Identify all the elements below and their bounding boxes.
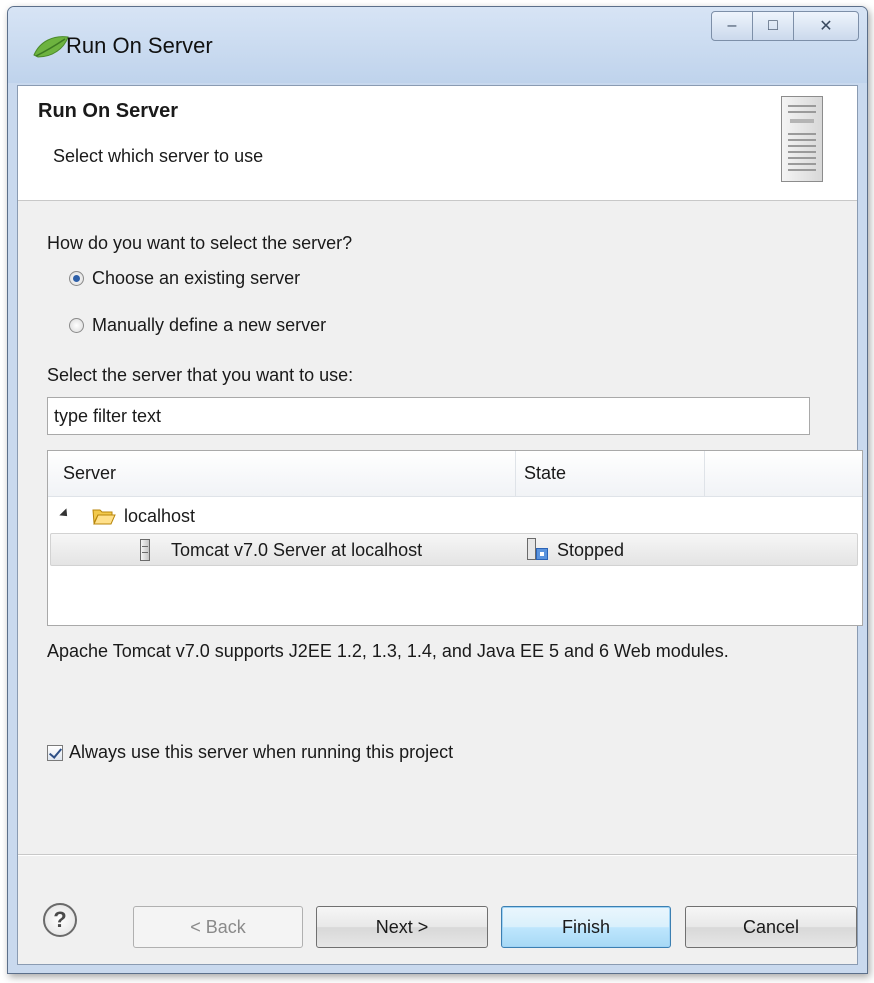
- server-icon: [140, 539, 150, 561]
- window-controls: – □ ✕: [711, 11, 859, 41]
- next-button[interactable]: Next >: [316, 906, 488, 948]
- banner-title: Run On Server: [38, 100, 179, 122]
- always-use-label: Always use this server when running this…: [69, 742, 454, 762]
- radio-button[interactable]: [69, 271, 84, 286]
- radio-label: Choose an existing server: [92, 268, 301, 288]
- always-use-option[interactable]: Always use this server when running this…: [47, 742, 453, 763]
- select-server-label: Select the server that you want to use:: [47, 365, 354, 385]
- back-button[interactable]: < Back: [133, 906, 303, 948]
- group-label: localhost: [124, 506, 196, 526]
- server-tower-icon: [781, 96, 823, 182]
- wizard-banner: Run On Server Select which server to use: [18, 86, 857, 201]
- banner-subtitle: Select which server to use: [53, 146, 264, 166]
- column-header-state[interactable]: State: [516, 451, 705, 496]
- radio-manually-define[interactable]: Manually define a new server: [69, 315, 326, 336]
- radio-button[interactable]: [69, 318, 84, 333]
- window-title: Run On Server: [66, 33, 213, 58]
- radio-choose-existing[interactable]: Choose an existing server: [69, 268, 300, 289]
- collapse-triangle-icon[interactable]: [59, 508, 71, 520]
- cancel-button[interactable]: Cancel: [685, 906, 857, 948]
- server-state: Stopped: [557, 540, 625, 560]
- table-row[interactable]: Tomcat v7.0 Server at localhost Stopped: [50, 533, 858, 566]
- title-bar[interactable]: Run On Server – □ ✕: [8, 7, 867, 83]
- server-tree-table[interactable]: Server State localhost Tomcat v7.0 Serve…: [47, 450, 863, 626]
- help-icon[interactable]: ?: [43, 903, 77, 937]
- filter-input[interactable]: [47, 397, 810, 435]
- footer-divider: [18, 854, 857, 856]
- folder-open-icon: [92, 509, 116, 525]
- always-use-checkbox[interactable]: [47, 744, 63, 761]
- server-stopped-icon: [527, 538, 549, 562]
- table-header: Server State: [48, 451, 862, 497]
- radio-label: Manually define a new server: [92, 315, 327, 335]
- server-name: Tomcat v7.0 Server at localhost: [171, 540, 423, 560]
- selection-question: How do you want to select the server?: [47, 233, 353, 253]
- dialog-content: Run On Server Select which server to use…: [17, 85, 863, 965]
- run-on-server-window: Run On Server – □ ✕ Run On Server Select…: [7, 6, 868, 974]
- close-button[interactable]: ✕: [793, 11, 859, 41]
- column-header-server[interactable]: Server: [48, 451, 516, 496]
- minimize-button[interactable]: –: [711, 11, 753, 41]
- tree-group-localhost[interactable]: localhost: [48, 500, 862, 533]
- server-description: Apache Tomcat v7.0 supports J2EE 1.2, 1.…: [47, 641, 729, 661]
- finish-button[interactable]: Finish: [501, 906, 671, 948]
- maximize-button[interactable]: □: [752, 11, 794, 41]
